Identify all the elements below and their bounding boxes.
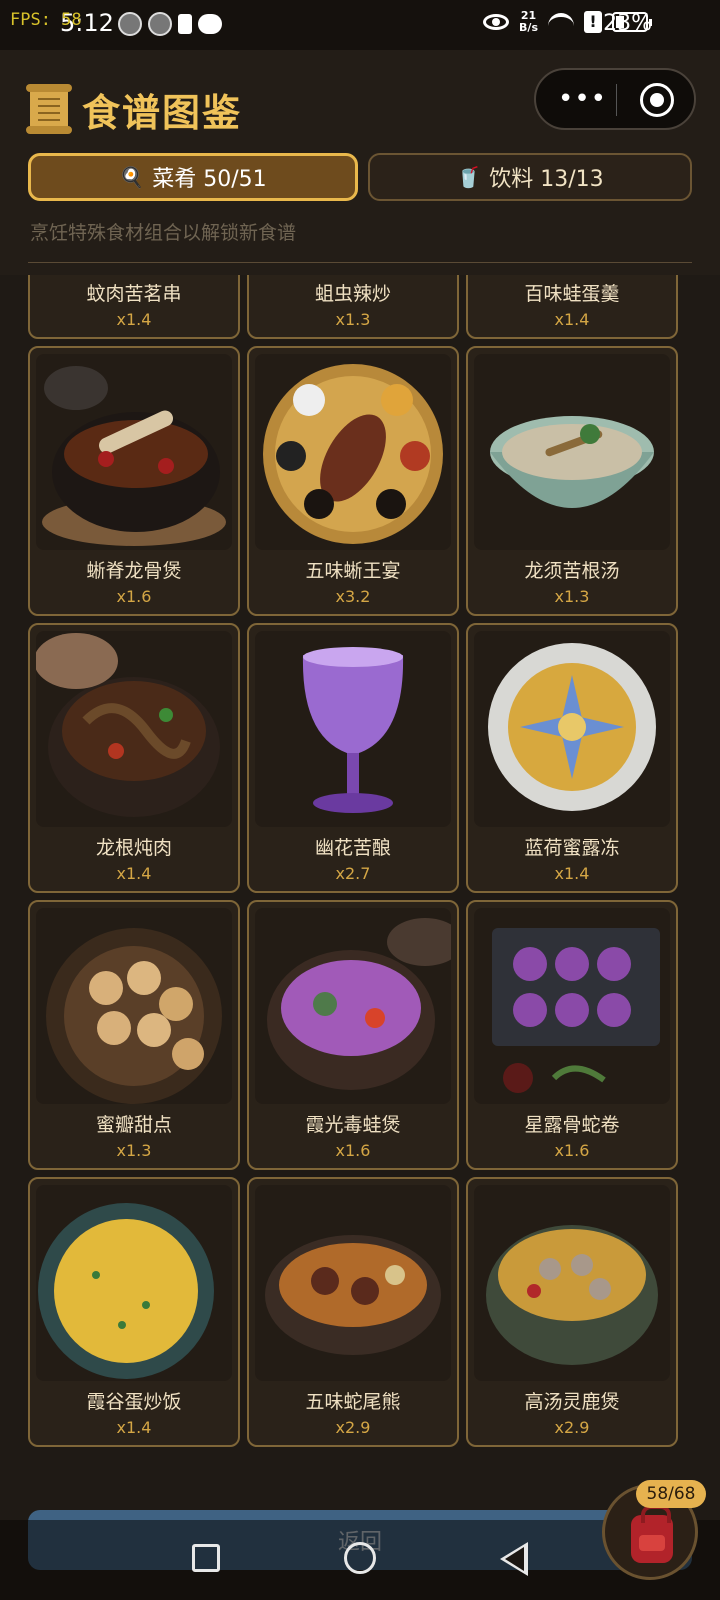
alert-notification-icon	[178, 14, 192, 34]
drink-cup-icon: 🥤	[456, 165, 482, 189]
recipe-name: 蚊肉苦茗串	[86, 283, 182, 305]
app-notification-icon	[118, 12, 142, 36]
recipe-card[interactable]: 龙须苦根汤 x1.3	[466, 346, 678, 616]
recipe-multiplier: x3.2	[335, 587, 371, 606]
tab-dishes-label: 菜肴 50/51	[152, 167, 267, 192]
recent-apps-icon[interactable]	[192, 1544, 220, 1572]
recipe-name: 霞谷蛋炒饭	[86, 1391, 182, 1413]
recipe-image	[255, 631, 451, 827]
recipe-book-header: 食谱图鉴 ••• 🍳 菜肴 50/51 🥤 饮料 13/13 烹饪特殊食材组合以…	[0, 50, 720, 275]
recipe-name: 蓝荷蜜露冻	[524, 837, 620, 859]
recipe-name: 五味蜥王宴	[305, 560, 401, 582]
fps-counter: FPS: 58	[10, 10, 82, 30]
recipe-multiplier: x1.4	[116, 864, 152, 883]
eye-comfort-icon	[483, 14, 510, 30]
unlock-hint: 烹饪特殊食材组合以解锁新食谱	[30, 222, 297, 244]
header-divider	[28, 262, 692, 263]
recipe-name: 蜥脊龙骨煲	[86, 560, 182, 582]
recipe-name: 百味蛙蛋羹	[524, 283, 620, 305]
recipe-image	[36, 1185, 232, 1381]
recipe-image	[255, 354, 451, 550]
recipe-image	[36, 908, 232, 1104]
recipe-card[interactable]: 蛆虫辣炒 x1.3	[247, 275, 459, 339]
tab-drinks-label: 饮料 13/13	[489, 167, 604, 192]
recipe-multiplier: x1.3	[554, 587, 590, 606]
recipe-multiplier: x1.3	[335, 310, 371, 329]
status-bar: 5:12 FPS: 58 21 B/s ! 23%	[0, 0, 720, 50]
recipe-image	[255, 1185, 451, 1381]
recipe-name: 星露骨蛇卷	[524, 1114, 620, 1136]
recipe-name: 龙须苦根汤	[524, 560, 620, 582]
recipe-name: 五味蛇尾熊	[305, 1391, 401, 1413]
backpack-icon	[631, 1505, 673, 1563]
recipe-name: 霞光毒蛙煲	[305, 1114, 401, 1136]
tab-dishes[interactable]: 🍳 菜肴 50/51	[28, 153, 358, 201]
app-notification-icon	[148, 12, 172, 36]
recipe-multiplier: x1.6	[116, 587, 152, 606]
notification-icons	[118, 12, 222, 36]
recipe-card[interactable]: 蜥脊龙骨煲 x1.6	[28, 346, 240, 616]
recipe-name: 幽花苦酿	[314, 837, 391, 859]
network-speed: 21 B/s	[519, 10, 538, 34]
capsule-divider	[616, 84, 617, 116]
recipe-card[interactable]: 霞光毒蛙煲 x1.6	[247, 900, 459, 1170]
close-miniprogram-icon[interactable]	[640, 83, 674, 117]
recipe-card[interactable]: 五味蜥王宴 x3.2	[247, 346, 459, 616]
recipe-image	[474, 631, 670, 827]
recipe-name: 蛆虫辣炒	[314, 283, 391, 305]
recipe-card[interactable]: 幽花苦酿 x2.7	[247, 623, 459, 893]
wechat-icon	[198, 14, 222, 34]
recipe-card[interactable]: 五味蛇尾熊 x2.9	[247, 1177, 459, 1447]
more-options-icon[interactable]: •••	[558, 86, 607, 112]
recipe-image	[36, 631, 232, 827]
recipe-name: 蜜瓣甜点	[95, 1114, 172, 1136]
recipe-image	[474, 1185, 670, 1381]
battery-percent: 23%	[603, 11, 652, 36]
recipe-card[interactable]: 蚊肉苦茗串 x1.4	[28, 275, 240, 339]
recipe-card[interactable]: 高汤灵鹿煲 x2.9	[466, 1177, 678, 1447]
recipe-image	[36, 354, 232, 550]
recipe-multiplier: x2.9	[554, 1418, 590, 1437]
recipe-multiplier: x1.4	[116, 1418, 152, 1437]
recipe-image	[474, 908, 670, 1104]
wifi-icon	[548, 13, 574, 31]
recipe-card[interactable]: 蜜瓣甜点 x1.3	[28, 900, 240, 1170]
recipe-multiplier: x1.4	[554, 310, 590, 329]
recipe-multiplier: x1.4	[116, 310, 152, 329]
recipe-multiplier: x1.3	[116, 1141, 152, 1160]
recipe-card[interactable]: 蓝荷蜜露冻 x1.4	[466, 623, 678, 893]
recipe-card[interactable]: 百味蛙蛋羹 x1.4	[466, 275, 678, 339]
recipe-grid[interactable]: 蚊肉苦茗串 x1.4 蛆虫辣炒 x1.3 百味蛙蛋羹 x1.4 蜥脊龙骨煲 x1.6 五味蜥王宴…	[0, 275, 720, 1485]
network-speed-unit: B/s	[519, 21, 538, 34]
recipe-multiplier: x1.6	[554, 1141, 590, 1160]
recipe-multiplier: x1.4	[554, 864, 590, 883]
recipe-name: 龙根炖肉	[95, 837, 172, 859]
frying-pan-icon: 🍳	[119, 165, 145, 189]
miniprogram-capsule: •••	[534, 68, 696, 130]
recipe-multiplier: x1.6	[335, 1141, 371, 1160]
scroll-icon	[26, 84, 72, 134]
backpack-count-badge: 58/68	[636, 1480, 706, 1508]
sim-alert-icon: !	[584, 11, 602, 33]
recipe-card[interactable]: 龙根炖肉 x1.4	[28, 623, 240, 893]
back-icon[interactable]	[500, 1542, 528, 1576]
recipe-card[interactable]: 星露骨蛇卷 x1.6	[466, 900, 678, 1170]
recipe-card[interactable]: 霞谷蛋炒饭 x1.4	[28, 1177, 240, 1447]
tab-drinks[interactable]: 🥤 饮料 13/13	[368, 153, 692, 201]
recipe-multiplier: x2.9	[335, 1418, 371, 1437]
home-icon[interactable]	[344, 1542, 376, 1574]
recipe-name: 高汤灵鹿煲	[524, 1391, 620, 1413]
recipe-image	[255, 908, 451, 1104]
recipe-multiplier: x2.7	[335, 864, 371, 883]
page-title: 食谱图鉴	[82, 91, 243, 135]
recipe-image	[474, 354, 670, 550]
